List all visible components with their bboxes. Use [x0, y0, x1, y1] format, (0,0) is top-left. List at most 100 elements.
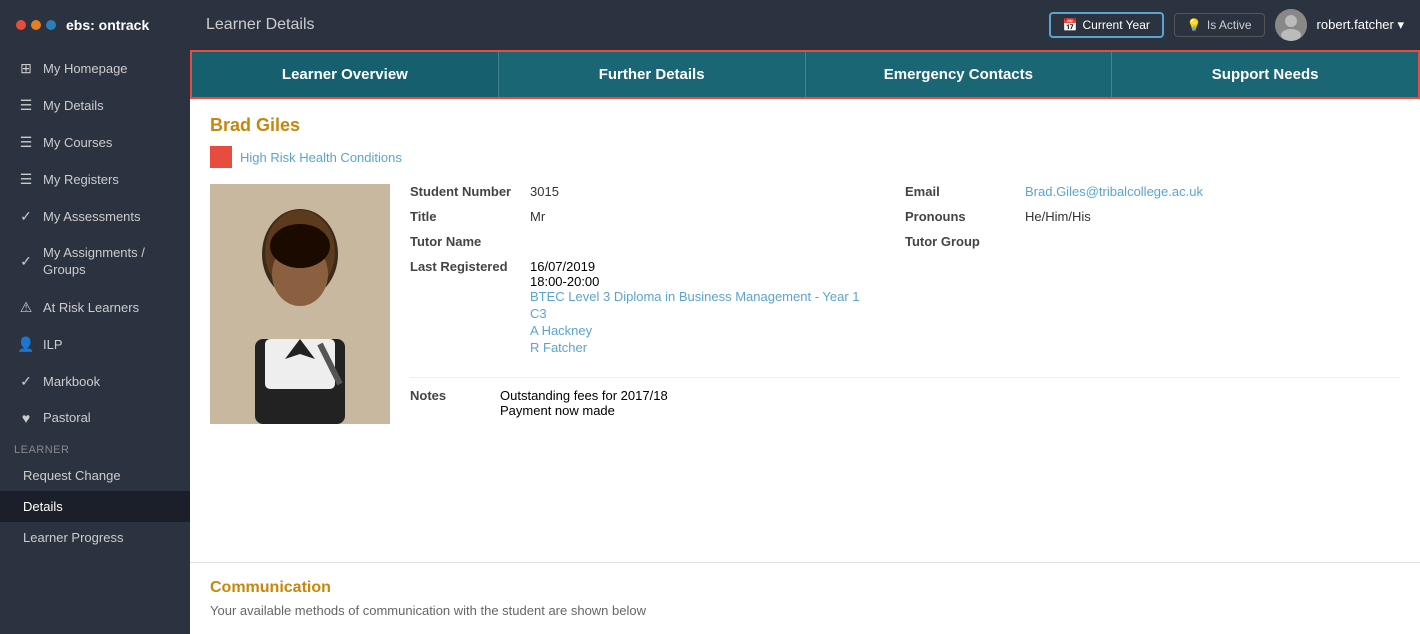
notes-label: Notes	[410, 388, 490, 418]
course-link-1[interactable]: BTEC Level 3 Diploma in Business Managem…	[530, 289, 860, 304]
current-year-button[interactable]: 📅 Current Year	[1049, 12, 1164, 38]
sidebar-item-label: My Assessments	[43, 209, 141, 224]
dot-blue	[46, 20, 56, 30]
logo-text: ebs: ontrack	[66, 17, 149, 33]
header-right: 📅 Current Year 💡 Is Active robert.fatche…	[1049, 9, 1404, 41]
student-number-label: Student Number	[410, 184, 530, 199]
notes-line-2: Payment now made	[500, 403, 668, 418]
sidebar-item-my-registers[interactable]: ☰ My Registers	[0, 161, 190, 198]
health-risk-indicator	[210, 146, 232, 168]
email-label: Email	[905, 184, 1025, 199]
main-layout: ⊞ My Homepage ☰ My Details ☰ My Courses …	[0, 50, 1420, 634]
sidebar-sub-item-details[interactable]: Details	[0, 491, 190, 522]
course-link-2[interactable]: C3	[530, 306, 860, 321]
sidebar-item-ilp[interactable]: 👤 ILP	[0, 326, 190, 363]
calendar-icon: 📅	[1063, 18, 1078, 32]
dot-red	[16, 20, 26, 30]
sidebar-item-label: My Registers	[43, 172, 119, 187]
notes-line-1: Outstanding fees for 2017/18	[500, 388, 668, 403]
tab-support-needs[interactable]: Support Needs	[1112, 52, 1418, 97]
pronouns-value: He/Him/His	[1025, 209, 1091, 224]
user-name[interactable]: robert.fatcher ▾	[1317, 17, 1404, 33]
dot-orange	[31, 20, 41, 30]
info-row-tutor-name: Tutor Name	[410, 234, 885, 249]
sidebar-sub-item-learner-progress[interactable]: Learner Progress	[0, 522, 190, 553]
learner-main: Student Number 3015 Title Mr Tutor Name	[210, 184, 1400, 424]
sidebar-item-label: My Courses	[43, 135, 112, 150]
logo-dots	[16, 20, 56, 30]
sidebar-item-my-homepage[interactable]: ⊞ My Homepage	[0, 50, 190, 87]
sidebar-item-label: Pastoral	[43, 410, 91, 425]
learner-photo	[210, 184, 390, 424]
warning-icon: ⚠	[17, 299, 35, 316]
learner-name: Brad Giles	[210, 115, 1400, 136]
avatar	[1275, 9, 1307, 41]
last-registered-label: Last Registered	[410, 259, 530, 274]
info-left: Student Number 3015 Title Mr Tutor Name	[410, 184, 905, 367]
content-area: Learner Overview Further Details Emergen…	[190, 50, 1420, 634]
title-value: Mr	[530, 209, 545, 224]
info-row-title: Title Mr	[410, 209, 885, 224]
info-row-tutor-group: Tutor Group	[905, 234, 1380, 249]
logo-area: ebs: ontrack	[16, 17, 206, 33]
details-icon: ☰	[17, 97, 35, 114]
email-value[interactable]: Brad.Giles@tribalcollege.ac.uk	[1025, 184, 1203, 199]
student-number-value: 3015	[530, 184, 559, 199]
tutor-name-label: Tutor Name	[410, 234, 530, 249]
pastoral-icon: ♥	[17, 410, 35, 426]
person-icon: 👤	[17, 336, 35, 353]
learner-content: Brad Giles High Risk Health Conditions	[190, 99, 1420, 562]
sidebar-item-label: My Assignments /Groups	[43, 245, 145, 279]
markbook-icon: ✓	[17, 373, 35, 390]
tab-bar: Learner Overview Further Details Emergen…	[190, 50, 1420, 99]
tab-emergency-contacts[interactable]: Emergency Contacts	[806, 52, 1113, 97]
course-link-3[interactable]: A Hackney	[530, 323, 860, 338]
course-link-4[interactable]: R Fatcher	[530, 340, 860, 355]
is-active-button[interactable]: 💡 Is Active	[1174, 13, 1265, 37]
sidebar-item-my-details[interactable]: ☰ My Details	[0, 87, 190, 124]
sidebar-item-label: ILP	[43, 337, 63, 352]
info-right: Email Brad.Giles@tribalcollege.ac.uk Pro…	[905, 184, 1400, 367]
sidebar-item-label: At Risk Learners	[43, 300, 139, 315]
sidebar-item-label: My Details	[43, 98, 104, 113]
pronouns-label: Pronouns	[905, 209, 1025, 224]
health-badge: High Risk Health Conditions	[210, 146, 1400, 168]
health-risk-text: High Risk Health Conditions	[240, 150, 402, 165]
sidebar-item-my-assignments[interactable]: ✓ My Assignments /Groups	[0, 235, 190, 289]
learner-info-columns: Student Number 3015 Title Mr Tutor Name	[410, 184, 1400, 424]
sidebar-item-my-courses[interactable]: ☰ My Courses	[0, 124, 190, 161]
tutor-group-label: Tutor Group	[905, 234, 1025, 249]
tab-learner-overview[interactable]: Learner Overview	[192, 52, 499, 97]
notes-section: Notes Outstanding fees for 2017/18 Payme…	[410, 377, 1400, 418]
top-header: ebs: ontrack Learner Details 📅 Current Y…	[0, 0, 1420, 50]
current-year-label: Current Year	[1083, 18, 1150, 32]
communication-title: Communication	[210, 579, 1400, 597]
info-row-last-registered: Last Registered 16/07/2019 18:00-20:00 B…	[410, 259, 885, 357]
sidebar-sub-item-label: Learner Progress	[23, 530, 123, 545]
sidebar-sub-item-label: Details	[23, 499, 63, 514]
sidebar-section-learner: LEARNER	[0, 436, 190, 460]
sidebar-item-my-assessments[interactable]: ✓ My Assessments	[0, 198, 190, 235]
info-row-student-number: Student Number 3015	[410, 184, 885, 199]
sidebar-item-at-risk[interactable]: ⚠ At Risk Learners	[0, 289, 190, 326]
home-icon: ⊞	[17, 60, 35, 77]
communication-section: Communication Your available methods of …	[190, 579, 1420, 634]
assessments-icon: ✓	[17, 208, 35, 225]
courses-icon: ☰	[17, 134, 35, 151]
sidebar-item-markbook[interactable]: ✓ Markbook	[0, 363, 190, 400]
tab-further-details[interactable]: Further Details	[499, 52, 806, 97]
title-label: Title	[410, 209, 530, 224]
is-active-label: Is Active	[1207, 18, 1252, 32]
sidebar-item-label: My Homepage	[43, 61, 128, 76]
last-registered-date: 16/07/2019	[530, 259, 860, 274]
info-row-pronouns: Pronouns He/Him/His	[905, 209, 1380, 224]
last-registered-values: 16/07/2019 18:00-20:00 BTEC Level 3 Dipl…	[530, 259, 860, 357]
communication-subtitle: Your available methods of communication …	[210, 603, 1400, 618]
last-registered-time: 18:00-20:00	[530, 274, 860, 289]
notes-content: Outstanding fees for 2017/18 Payment now…	[500, 388, 668, 418]
sidebar: ⊞ My Homepage ☰ My Details ☰ My Courses …	[0, 50, 190, 634]
sidebar-item-pastoral[interactable]: ♥ Pastoral	[0, 400, 190, 436]
info-row-email: Email Brad.Giles@tribalcollege.ac.uk	[905, 184, 1380, 199]
sidebar-sub-item-request-change[interactable]: Request Change	[0, 460, 190, 491]
info-grid: Student Number 3015 Title Mr Tutor Name	[410, 184, 1400, 367]
